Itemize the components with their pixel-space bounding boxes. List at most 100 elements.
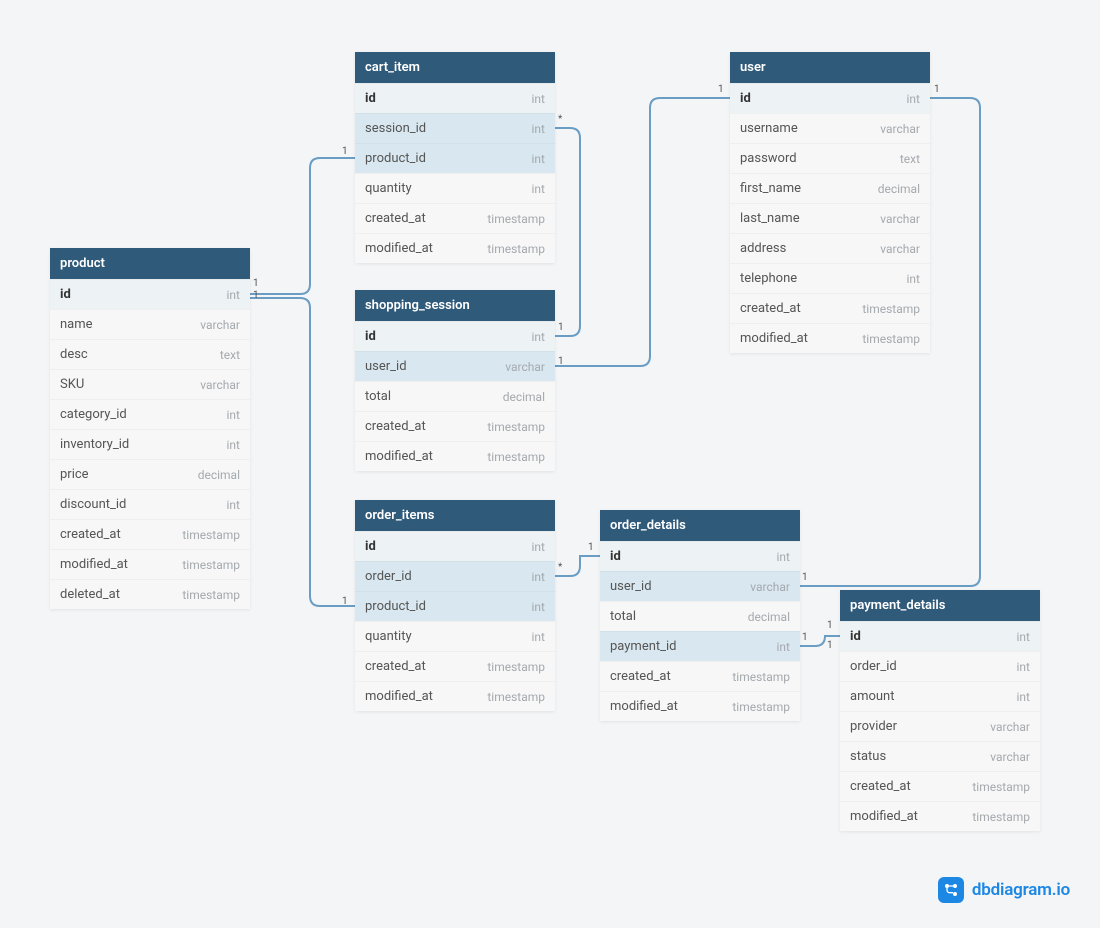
column-name: product_id	[365, 599, 426, 614]
column-row[interactable]: desctext	[50, 339, 250, 369]
column-row[interactable]: order_idint	[355, 561, 555, 591]
column-type: int	[532, 330, 545, 344]
card-label: 1	[934, 84, 940, 95]
column-row[interactable]: last_namevarchar	[730, 203, 930, 233]
column-row[interactable]: usernamevarchar	[730, 113, 930, 143]
column-row[interactable]: created_attimestamp	[355, 411, 555, 441]
column-row[interactable]: deleted_attimestamp	[50, 579, 250, 609]
logo-text: dbdiagram.io	[972, 880, 1070, 900]
column-row[interactable]: idint	[840, 621, 1040, 651]
column-row[interactable]: telephoneint	[730, 263, 930, 293]
column-row[interactable]: quantity int	[355, 621, 555, 651]
table-product[interactable]: productidintnamevarchardesctextSKUvarcha…	[50, 248, 250, 609]
column-row[interactable]: statusvarchar	[840, 741, 1040, 771]
column-type: timestamp	[732, 700, 790, 714]
column-row[interactable]: created_attimestamp	[50, 519, 250, 549]
table-header[interactable]: product	[50, 248, 250, 279]
card-label: *	[558, 562, 562, 573]
column-row[interactable]: idint	[600, 541, 800, 571]
column-name: created_at	[850, 779, 911, 794]
column-name: session_id	[365, 121, 426, 136]
column-row[interactable]: idint	[730, 83, 930, 113]
column-row[interactable]: modified_attimestamp	[600, 691, 800, 721]
column-row[interactable]: user_id varchar	[355, 351, 555, 381]
column-type: varchar	[880, 122, 920, 136]
column-row[interactable]: user_idvarchar	[600, 571, 800, 601]
column-row[interactable]: passwordtext	[730, 143, 930, 173]
table-order_items[interactable]: order_itemsidintorder_idintproduct_idint…	[355, 500, 555, 711]
column-row[interactable]: modified_attimestamp	[730, 323, 930, 353]
table-user[interactable]: useridintusernamevarcharpasswordtextfirs…	[730, 52, 930, 353]
column-row[interactable]: modified_attimestamp	[50, 549, 250, 579]
table-payment_details[interactable]: payment_detailsidintorder_idintamount int…	[840, 590, 1040, 831]
column-type: int	[532, 570, 545, 584]
column-row[interactable]: first_namedecimal	[730, 173, 930, 203]
column-name: created_at	[740, 301, 801, 316]
column-row[interactable]: idint	[355, 321, 555, 351]
column-row[interactable]: totaldecimal	[355, 381, 555, 411]
card-label: 1	[342, 146, 348, 157]
column-row[interactable]: pricedecimal	[50, 459, 250, 489]
column-name: discount_id	[60, 497, 126, 512]
table-header[interactable]: user	[730, 52, 930, 83]
column-type: varchar	[505, 360, 545, 374]
column-type: timestamp	[182, 528, 240, 542]
column-row[interactable]: totaldecimal	[600, 601, 800, 631]
column-row[interactable]: created_attimestamp	[355, 203, 555, 233]
column-type: decimal	[198, 468, 240, 482]
column-row[interactable]: amount int	[840, 681, 1040, 711]
card-label: 1	[253, 278, 259, 289]
column-row[interactable]: modified_attimestamp	[840, 801, 1040, 831]
column-row[interactable]: created_attimestamp	[600, 661, 800, 691]
column-row[interactable]: payment_idint	[600, 631, 800, 661]
column-type: int	[532, 630, 545, 644]
column-row[interactable]: created_attimestamp	[355, 651, 555, 681]
column-row[interactable]: product_idint	[355, 591, 555, 621]
card-label: 1	[253, 290, 259, 301]
column-row[interactable]: inventory_idint	[50, 429, 250, 459]
column-type: varchar	[880, 242, 920, 256]
column-name: password	[740, 151, 797, 166]
card-label: 1	[718, 84, 724, 95]
table-cart_item[interactable]: cart_itemidintsession_idintproduct_idint…	[355, 52, 555, 263]
column-row[interactable]: category_idint	[50, 399, 250, 429]
column-row[interactable]: session_idint	[355, 113, 555, 143]
column-row[interactable]: quantityint	[355, 173, 555, 203]
column-row[interactable]: namevarchar	[50, 309, 250, 339]
column-name: category_id	[60, 407, 127, 422]
column-row[interactable]: idint	[355, 83, 555, 113]
column-name: quantity	[365, 629, 412, 644]
column-type: int	[1017, 630, 1030, 644]
column-row[interactable]: idint	[355, 531, 555, 561]
table-header[interactable]: order_items	[355, 500, 555, 531]
column-row[interactable]: discount_idint	[50, 489, 250, 519]
column-type: decimal	[748, 610, 790, 624]
column-row[interactable]: addressvarchar	[730, 233, 930, 263]
column-row[interactable]: modified_attimestamp	[355, 681, 555, 711]
column-name: id	[740, 91, 751, 106]
column-name: user_id	[365, 359, 407, 374]
column-row[interactable]: product_idint	[355, 143, 555, 173]
column-row[interactable]: order_idint	[840, 651, 1040, 681]
column-row[interactable]: providervarchar	[840, 711, 1040, 741]
column-name: created_at	[365, 211, 426, 226]
column-type: int	[1017, 690, 1030, 704]
table-header[interactable]: shopping_session	[355, 290, 555, 321]
column-type: int	[532, 540, 545, 554]
table-shopping_session[interactable]: shopping_sessionidint user_id varchar total…	[355, 290, 555, 471]
column-type: decimal	[503, 390, 545, 404]
column-row[interactable]: created_attimestamp	[840, 771, 1040, 801]
column-row[interactable]: modified_attimestamp	[355, 441, 555, 471]
table-header[interactable]: cart_item	[355, 52, 555, 83]
column-row[interactable]: modified_attimestamp	[355, 233, 555, 263]
column-name: created_at	[610, 669, 671, 684]
column-type: varchar	[750, 580, 790, 594]
column-row[interactable]: SKUvarchar	[50, 369, 250, 399]
table-order_details[interactable]: order_detailsidintuser_idvarchartotaldec…	[600, 510, 800, 721]
column-row[interactable]: created_attimestamp	[730, 293, 930, 323]
column-name: amount	[850, 689, 894, 704]
column-type: decimal	[878, 182, 920, 196]
column-row[interactable]: idint	[50, 279, 250, 309]
table-header[interactable]: payment_details	[840, 590, 1040, 621]
table-header[interactable]: order_details	[600, 510, 800, 541]
